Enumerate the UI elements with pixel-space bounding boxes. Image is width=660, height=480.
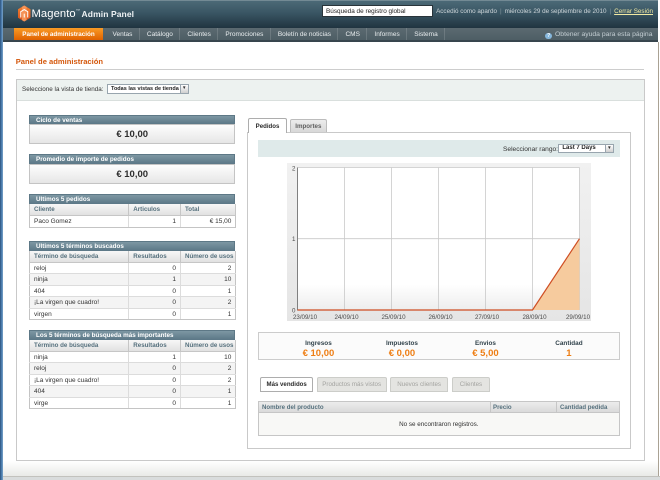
svg-text:26/09/10: 26/09/10 [428,314,453,321]
svg-text:1: 1 [292,236,296,243]
svg-text:25/09/10: 25/09/10 [381,314,406,321]
svg-text:27/09/10: 27/09/10 [475,314,500,321]
svg-text:29/09/10: 29/09/10 [566,314,591,321]
svg-text:2: 2 [292,166,296,173]
svg-text:28/09/10: 28/09/10 [522,314,547,321]
svg-text:24/09/10: 24/09/10 [334,314,359,321]
svg-text:23/09/10: 23/09/10 [293,314,318,321]
